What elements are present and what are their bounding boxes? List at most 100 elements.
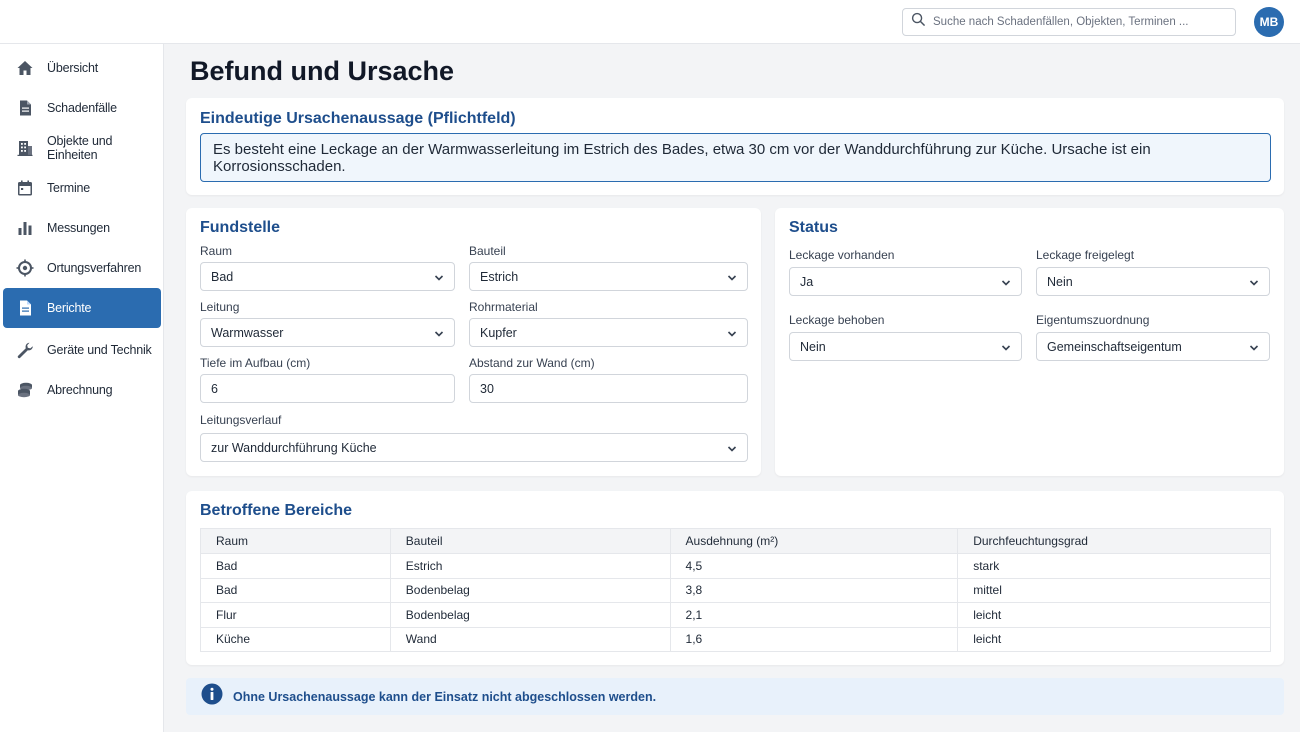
- cause-title: Eindeutige Ursachenaussage (Pflichtfeld): [200, 110, 516, 127]
- search-input[interactable]: [933, 16, 1223, 28]
- sidebar-item-geraete[interactable]: Geräte und Technik: [3, 330, 161, 370]
- abstand-input[interactable]: 30: [469, 374, 748, 403]
- chevron-down-icon: [434, 328, 444, 338]
- info-icon: [201, 683, 223, 710]
- table-cell: 3,8: [669, 577, 959, 603]
- sidebar-item-berichte[interactable]: Berichte: [3, 288, 161, 328]
- sidebar-item-schadenfaelle[interactable]: Schadenfälle: [3, 88, 161, 128]
- leckage-vorhanden-select[interactable]: Ja: [789, 267, 1022, 296]
- sidebar-item-termine[interactable]: Termine: [3, 168, 161, 208]
- raum-select[interactable]: Bad: [200, 262, 455, 291]
- sidebar-item-label: Geräte und Technik: [47, 343, 152, 357]
- report-icon: [16, 299, 34, 317]
- leckage-vorhanden-label: Leckage vorhanden: [789, 248, 895, 262]
- sidebar: Übersicht Schadenfälle Objekte und Einhe…: [0, 44, 164, 732]
- table-cell: Bodenbelag: [389, 577, 671, 603]
- column-header: Bauteil: [389, 528, 671, 554]
- bauteil-select[interactable]: Estrich: [469, 262, 748, 291]
- info-banner: Ohne Ursachenaussage kann der Einsatz ni…: [186, 678, 1284, 715]
- building-icon: [16, 139, 34, 157]
- table-row[interactable]: Flur Bodenbelag 2,1 leicht: [200, 602, 1271, 628]
- leckage-freigelegt-select[interactable]: Nein: [1036, 267, 1270, 296]
- table-header-row: Raum Bauteil Ausdehnung (m²) Durchfeucht…: [200, 528, 1271, 554]
- calendar-icon: [16, 179, 34, 197]
- sidebar-item-ortungsverfahren[interactable]: Ortungsverfahren: [3, 248, 161, 288]
- column-header: Raum: [200, 528, 391, 554]
- info-text: Ohne Ursachenaussage kann der Einsatz ni…: [233, 689, 657, 704]
- eigentum-label: Eigentumszuordnung: [1036, 313, 1150, 327]
- rohrmaterial-value: Kupfer: [480, 325, 517, 340]
- verlauf-label: Leitungsverlauf: [200, 413, 282, 427]
- fundstelle-title: Fundstelle: [200, 219, 281, 236]
- sidebar-item-uebersicht[interactable]: Übersicht: [3, 48, 161, 88]
- cause-card: Eindeutige Ursachenaussage (Pflichtfeld)…: [186, 98, 1284, 195]
- sidebar-item-label: Termine: [47, 181, 91, 195]
- areas-table: Raum Bauteil Ausdehnung (m²) Durchfeucht…: [200, 528, 1271, 652]
- leitung-label: Leitung: [200, 300, 240, 314]
- rohrmaterial-label: Rohrmaterial: [469, 300, 538, 314]
- eigentum-value: Gemeinschaftseigentum: [1047, 339, 1182, 354]
- table-cell: Bad: [200, 577, 391, 603]
- chevron-down-icon: [727, 328, 737, 338]
- table-cell: Estrich: [389, 553, 671, 579]
- table-cell: 4,5: [669, 553, 959, 579]
- avatar[interactable]: MB: [1254, 7, 1284, 37]
- chevron-down-icon: [727, 443, 737, 453]
- bauteil-value: Estrich: [480, 269, 519, 284]
- table-cell: leicht: [957, 626, 1271, 652]
- leckage-freigelegt-value: Nein: [1047, 274, 1073, 289]
- sidebar-item-label: Messungen: [47, 221, 110, 235]
- sidebar-item-label: Übersicht: [47, 61, 98, 75]
- abstand-label: Abstand zur Wand (cm): [469, 356, 595, 370]
- rohrmaterial-select[interactable]: Kupfer: [469, 318, 748, 347]
- table-row[interactable]: Küche Wand 1,6 leicht: [200, 626, 1271, 652]
- leckage-vorhanden-value: Ja: [800, 274, 814, 289]
- tiefe-label: Tiefe im Aufbau (cm): [200, 356, 311, 370]
- home-icon: [16, 59, 34, 77]
- chevron-down-icon: [1001, 277, 1011, 287]
- cause-textarea[interactable]: Es besteht eine Leckage an der Warmwasse…: [200, 133, 1271, 182]
- search-icon: [911, 12, 933, 32]
- sidebar-item-label: Schadenfälle: [47, 101, 117, 115]
- verlauf-value: zur Wanddurchführung Küche: [211, 440, 377, 455]
- tiefe-value: 6: [211, 381, 218, 396]
- crosshair-icon: [16, 259, 34, 277]
- table-cell: 2,1: [669, 602, 959, 628]
- raum-value: Bad: [211, 269, 234, 284]
- table-row[interactable]: Bad Estrich 4,5 stark: [200, 553, 1271, 579]
- sidebar-item-label: Objekte und Einheiten: [47, 134, 113, 162]
- top-bar: MB: [0, 0, 1300, 44]
- column-header: Ausdehnung (m²): [669, 528, 959, 554]
- chevron-down-icon: [727, 272, 737, 282]
- table-cell: 1,6: [669, 626, 959, 652]
- table-cell: leicht: [957, 602, 1271, 628]
- sidebar-item-label: Abrechnung: [47, 383, 113, 397]
- coins-icon: [16, 381, 34, 399]
- leckage-behoben-select[interactable]: Nein: [789, 332, 1022, 361]
- sidebar-item-label: Berichte: [47, 301, 92, 315]
- fundstelle-card: Fundstelle Raum Bad Bauteil Estrich Leit…: [186, 208, 761, 476]
- table-row[interactable]: Bad Bodenbelag 3,8 mittel: [200, 577, 1271, 603]
- sidebar-item-objekte[interactable]: Objekte und Einheiten: [3, 128, 161, 168]
- search-box[interactable]: [902, 8, 1236, 36]
- eigentum-select[interactable]: Gemeinschaftseigentum: [1036, 332, 1270, 361]
- sidebar-item-abrechnung[interactable]: Abrechnung: [3, 370, 161, 410]
- table-cell: Küche: [200, 626, 391, 652]
- leitung-value: Warmwasser: [211, 325, 284, 340]
- page-title: Befund und Ursache: [190, 56, 455, 86]
- verlauf-select[interactable]: zur Wanddurchführung Küche: [200, 433, 748, 462]
- areas-card: Betroffene Bereiche Raum Bauteil Ausdehn…: [186, 491, 1284, 665]
- leckage-freigelegt-label: Leckage freigelegt: [1036, 248, 1135, 262]
- wrench-icon: [16, 341, 34, 359]
- status-title: Status: [789, 219, 838, 236]
- chevron-down-icon: [434, 272, 444, 282]
- bar-chart-icon: [16, 219, 34, 237]
- leitung-select[interactable]: Warmwasser: [200, 318, 455, 347]
- raum-label: Raum: [200, 244, 233, 258]
- sidebar-item-messungen[interactable]: Messungen: [3, 208, 161, 248]
- tiefe-input[interactable]: 6: [200, 374, 455, 403]
- status-card: Status Leckage vorhanden Ja Leckage frei…: [775, 208, 1284, 476]
- leckage-behoben-label: Leckage behoben: [789, 313, 885, 327]
- bauteil-label: Bauteil: [469, 244, 506, 258]
- column-header: Durchfeuchtungsgrad: [957, 528, 1271, 554]
